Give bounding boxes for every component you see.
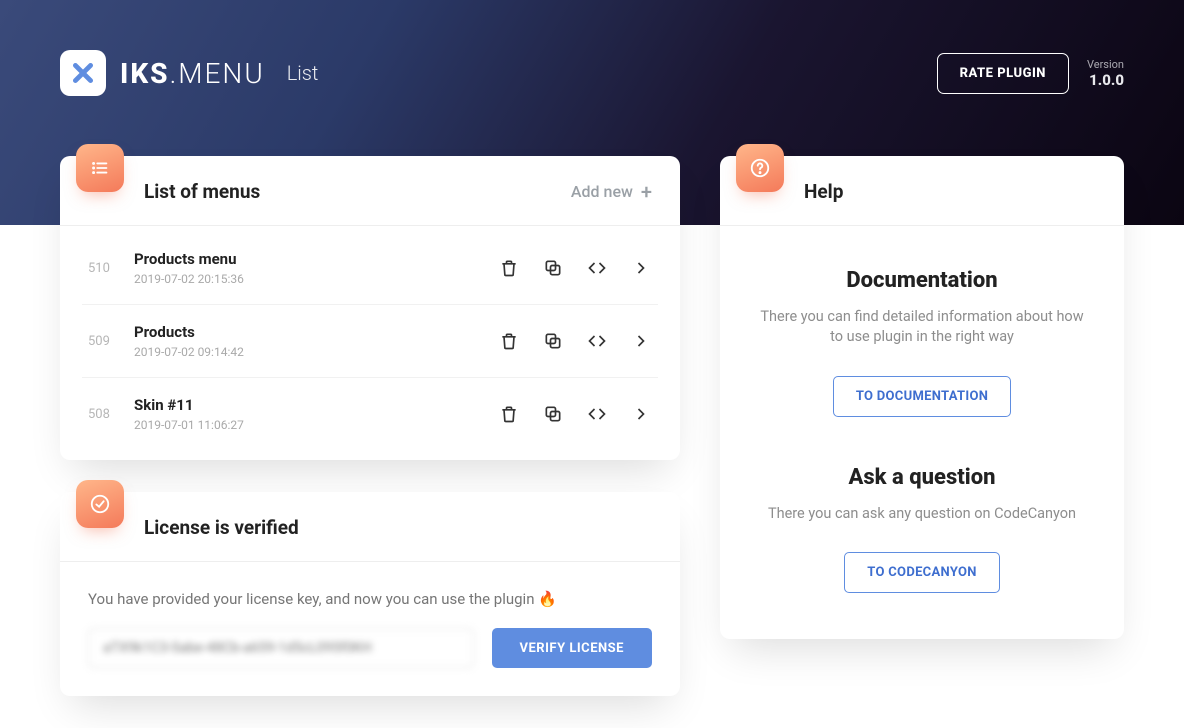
copy-icon[interactable] (542, 330, 564, 352)
code-icon[interactable] (586, 330, 608, 352)
question-heading: Ask a question (758, 465, 1086, 490)
menu-title: Products (134, 323, 244, 341)
trash-icon[interactable] (498, 257, 520, 279)
menu-id: 510 (88, 261, 116, 276)
add-new-label: Add new (571, 182, 633, 201)
menus-card: List of menus Add new + 510 Products menu… (60, 156, 680, 460)
menu-timestamp: 2019-07-02 09:14:42 (134, 345, 244, 359)
help-card: Help Documentation There you can find de… (720, 156, 1124, 639)
chevron-right-icon[interactable] (630, 257, 652, 279)
license-key-input[interactable] (88, 628, 474, 668)
documentation-button[interactable]: TO DOCUMENTATION (833, 376, 1011, 417)
menu-timestamp: 2019-07-01 11:06:27 (134, 418, 244, 432)
license-card-title: License is verified (144, 516, 299, 539)
license-message: You have provided your license key, and … (88, 590, 652, 608)
trash-icon[interactable] (498, 330, 520, 352)
table-row: 509 Products 2019-07-02 09:14:42 (82, 305, 658, 378)
copy-icon[interactable] (542, 403, 564, 425)
version-block: Version 1.0.0 (1087, 58, 1124, 89)
documentation-desc: There you can find detailed information … (758, 307, 1086, 348)
help-question-section: Ask a question There you can ask any que… (758, 465, 1086, 593)
chevron-right-icon[interactable] (630, 403, 652, 425)
menu-info: Skin #11 2019-07-01 11:06:27 (134, 396, 244, 432)
table-row: 510 Products menu 2019-07-02 20:15:36 (82, 232, 658, 305)
documentation-heading: Documentation (758, 268, 1086, 293)
version-label: Version (1087, 58, 1124, 71)
add-new-button[interactable]: Add new + (571, 182, 652, 202)
question-desc: There you can ask any question on CodeCa… (758, 504, 1086, 524)
trash-icon[interactable] (498, 403, 520, 425)
brand-thin: .MENU (170, 57, 265, 90)
menu-info: Products menu 2019-07-02 20:15:36 (134, 250, 244, 286)
brand-mark-icon (60, 50, 106, 96)
menu-title: Skin #11 (134, 396, 244, 414)
app-header: IKS.MENU List RATE PLUGIN Version 1.0.0 (0, 0, 1184, 96)
license-card: License is verified You have provided yo… (60, 492, 680, 696)
plus-icon: + (641, 182, 652, 202)
brand-text: IKS.MENU (120, 57, 265, 90)
table-row: 508 Skin #11 2019-07-01 11:06:27 (82, 378, 658, 450)
codecanyon-button[interactable]: TO CODECANYON (844, 552, 999, 593)
menus-card-title: List of menus (144, 180, 260, 203)
menu-title: Products menu (134, 250, 244, 268)
help-documentation-section: Documentation There you can find detaile… (758, 268, 1086, 417)
code-icon[interactable] (586, 257, 608, 279)
page-title: List (287, 61, 319, 85)
verify-license-button[interactable]: VERIFY LICENSE (492, 628, 653, 668)
menu-id: 509 (88, 334, 116, 349)
copy-icon[interactable] (542, 257, 564, 279)
version-number: 1.0.0 (1087, 71, 1124, 89)
help-card-title: Help (804, 180, 843, 203)
menu-info: Products 2019-07-02 09:14:42 (134, 323, 244, 359)
code-icon[interactable] (586, 403, 608, 425)
brand-logo: IKS.MENU (60, 50, 265, 96)
rate-plugin-button[interactable]: RATE PLUGIN (937, 53, 1069, 94)
menu-id: 508 (88, 407, 116, 422)
chevron-right-icon[interactable] (630, 330, 652, 352)
brand-bold: IKS (120, 57, 170, 90)
menu-timestamp: 2019-07-02 20:15:36 (134, 272, 244, 286)
